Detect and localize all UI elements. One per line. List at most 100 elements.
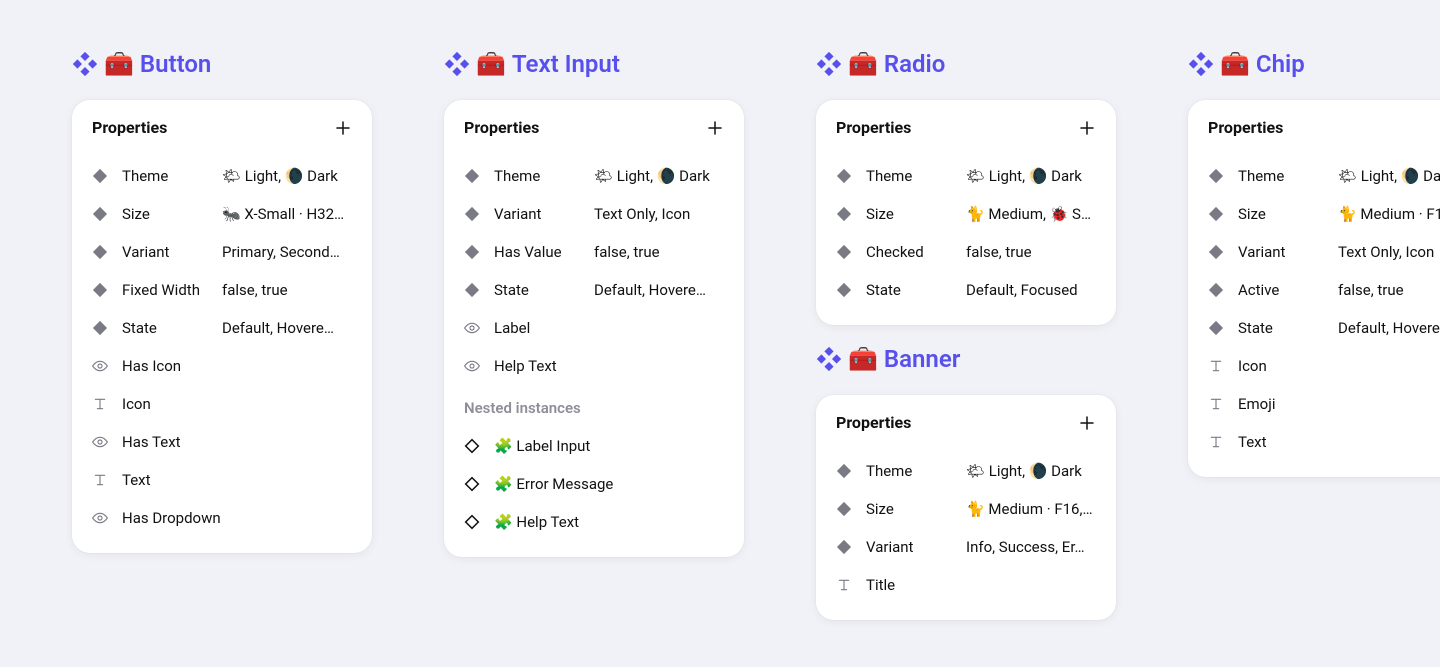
property-row[interactable]: Icon [1208, 347, 1440, 385]
variant-icon [836, 244, 852, 260]
eye-icon [464, 320, 480, 336]
component-title-label: Button [140, 50, 211, 78]
property-name: Theme [122, 167, 222, 185]
add-property-button[interactable] [706, 119, 724, 137]
property-name: State [866, 281, 966, 299]
nested-instance-row[interactable]: 🧩 Label Input [464, 427, 724, 465]
property-name: Checked [866, 243, 966, 261]
property-row[interactable]: Text [92, 461, 352, 499]
eye-icon [464, 358, 480, 374]
card-title: Properties [836, 413, 911, 432]
property-value: false, true [222, 281, 352, 299]
nested-instance-row[interactable]: 🧩 Help Text [464, 503, 724, 541]
nested-instance-label: 🧩 Help Text [494, 513, 579, 531]
property-row[interactable]: Has Icon [92, 347, 352, 385]
property-row[interactable]: StateDefault, Focused [836, 271, 1096, 309]
property-value: 🌤 Light, 🌘 Dark [222, 167, 352, 185]
component-title-button: 🧰 Button [72, 50, 372, 78]
variant-icon [92, 320, 108, 336]
property-row[interactable]: Help Text [464, 347, 724, 385]
property-row[interactable]: Text [1208, 423, 1440, 461]
variant-icon [1208, 320, 1224, 336]
component-column-radio: 🧰 Radio Properties Theme🌤 Light, 🌘 Dark … [816, 50, 1116, 620]
property-row[interactable]: Has Dropdown [92, 499, 352, 537]
card-header: Properties [836, 118, 1096, 137]
property-name: Size [1238, 205, 1338, 223]
card-title: Properties [836, 118, 911, 137]
card-title: Properties [464, 118, 539, 137]
property-row[interactable]: Icon [92, 385, 352, 423]
property-name: Theme [494, 167, 594, 185]
instance-icon [464, 476, 480, 492]
component-icon [816, 346, 842, 372]
card-header: Properties [92, 118, 352, 137]
property-name: Has Value [494, 243, 594, 261]
property-row[interactable]: Size🐜 X-Small · H32… [92, 195, 352, 233]
component-column-banner: 🧰 Banner Properties Theme🌤 Light, 🌘 Dark… [816, 345, 1116, 620]
property-row[interactable]: Theme🌤 Light, 🌘 Dark [836, 452, 1096, 490]
property-value: Info, Success, Er… [966, 538, 1096, 556]
card-header: Properties [836, 413, 1096, 432]
variant-icon [92, 206, 108, 222]
card-title: Properties [92, 118, 167, 137]
property-row[interactable]: Size🐈 Medium, 🐞 S… [836, 195, 1096, 233]
property-value: 🌤 Light, 🌘 Dark [966, 462, 1096, 480]
property-row[interactable]: Size🐈 Medium · F16,… [1208, 195, 1440, 233]
properties-card-radio: Properties Theme🌤 Light, 🌘 Dark Size🐈 Me… [816, 100, 1116, 325]
nested-instance-label: 🧩 Label Input [494, 437, 590, 455]
property-row[interactable]: StateDefault, Hovere… [92, 309, 352, 347]
toolbox-icon: 🧰 [848, 347, 878, 371]
property-row[interactable]: Activefalse, true [1208, 271, 1440, 309]
property-row[interactable]: Has Text [92, 423, 352, 461]
property-row[interactable]: Theme🌤 Light, 🌘 Dark [836, 157, 1096, 195]
property-row[interactable]: StateDefault, Hovere… [1208, 309, 1440, 347]
property-value: 🐈 Medium · F16,… [1338, 205, 1440, 223]
property-row[interactable]: Theme🌤 Light, 🌘 Dark [1208, 157, 1440, 195]
component-title-radio: 🧰 Radio [816, 50, 1116, 78]
add-property-button[interactable] [1078, 414, 1096, 432]
variant-icon [836, 206, 852, 222]
properties-card-banner: Properties Theme🌤 Light, 🌘 Dark Size🐈 Me… [816, 395, 1116, 620]
property-row[interactable]: VariantText Only, Icon [1208, 233, 1440, 271]
toolbox-icon: 🧰 [104, 52, 134, 76]
property-name: Has Dropdown [122, 509, 221, 527]
add-property-button[interactable] [334, 119, 352, 137]
variant-icon [464, 206, 480, 222]
property-row[interactable]: StateDefault, Hovere… [464, 271, 724, 309]
property-row[interactable]: Has Valuefalse, true [464, 233, 724, 271]
property-row[interactable]: Emoji [1208, 385, 1440, 423]
property-row[interactable]: Checkedfalse, true [836, 233, 1096, 271]
property-row[interactable]: Fixed Widthfalse, true [92, 271, 352, 309]
nested-instances-heading: Nested instances [464, 399, 724, 417]
property-value: Primary, Second… [222, 243, 352, 261]
property-row[interactable]: VariantPrimary, Second… [92, 233, 352, 271]
eye-icon [92, 434, 108, 450]
property-row[interactable]: Label [464, 309, 724, 347]
property-row[interactable]: VariantInfo, Success, Er… [836, 528, 1096, 566]
property-name: Text [1238, 433, 1338, 451]
property-name: State [122, 319, 222, 337]
property-row[interactable]: Theme🌤 Light, 🌘 Dark [92, 157, 352, 195]
property-row[interactable]: Theme🌤 Light, 🌘 Dark [464, 157, 724, 195]
component-icon [1188, 51, 1214, 77]
instance-icon [464, 514, 480, 530]
property-row[interactable]: VariantText Only, Icon [464, 195, 724, 233]
property-name: State [494, 281, 594, 299]
property-name: Theme [1238, 167, 1338, 185]
property-value: Text Only, Icon [1338, 243, 1440, 261]
property-name: Variant [122, 243, 222, 261]
component-column-button: 🧰 Button Properties Theme🌤 Light, 🌘 Dark… [72, 50, 372, 553]
component-icon [816, 51, 842, 77]
toolbox-icon: 🧰 [848, 52, 878, 76]
property-row[interactable]: Size🐈 Medium · F16,… [836, 490, 1096, 528]
property-row[interactable]: Title [836, 566, 1096, 604]
variant-icon [1208, 244, 1224, 260]
component-title-label: Banner [884, 345, 961, 373]
card-title: Properties [1208, 118, 1283, 137]
add-property-button[interactable] [1078, 119, 1096, 137]
card-header: Properties [464, 118, 724, 137]
nested-instance-row[interactable]: 🧩 Error Message [464, 465, 724, 503]
component-title-chip: 🧰 Chip [1188, 50, 1440, 78]
variant-icon [836, 463, 852, 479]
variant-icon [836, 501, 852, 517]
